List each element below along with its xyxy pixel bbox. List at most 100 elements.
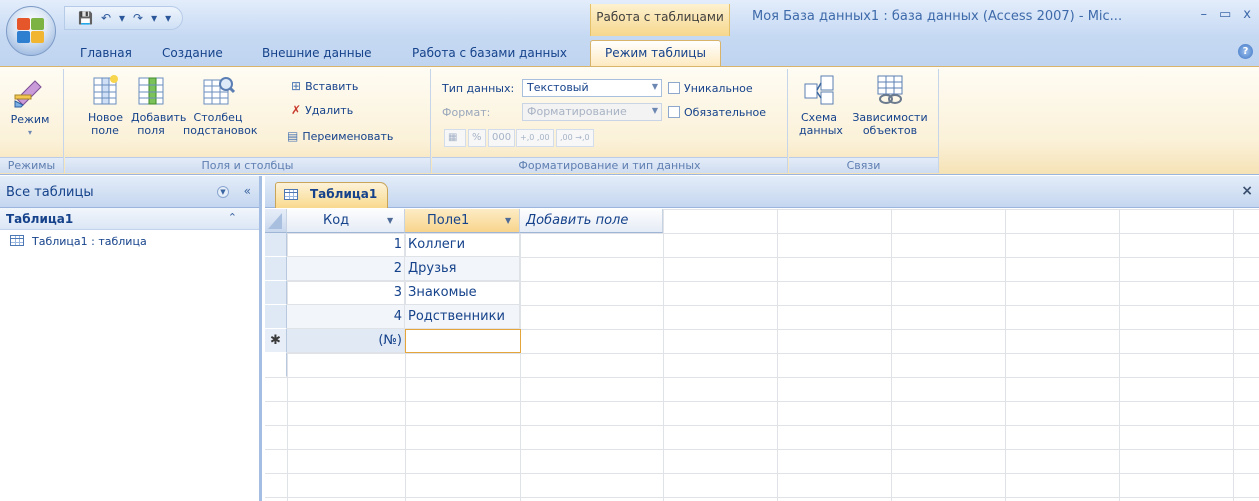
chevron-up-icon[interactable]: ⌃ [228, 211, 237, 224]
restore-icon[interactable]: ▭ [1219, 7, 1231, 22]
active-cell[interactable] [405, 329, 521, 353]
table-icon [284, 189, 298, 200]
datasheet-grid[interactable]: Код ▼ Поле1 ▼ Добавить поле 1 Коллеги 2 … [265, 209, 1259, 501]
redo-icon[interactable]: ↷ [130, 11, 146, 25]
row-selector[interactable] [265, 233, 287, 257]
column-header-label: Добавить поле [526, 213, 629, 228]
checkbox-icon [668, 106, 680, 118]
tab-home[interactable]: Главная [80, 46, 132, 60]
new-field-icon [87, 73, 123, 107]
tab-create[interactable]: Создание [162, 46, 223, 60]
add-existing-fields-button[interactable]: Добавить поля [127, 73, 186, 137]
insert-column-button[interactable]: ⊞ Вставить [291, 77, 358, 95]
grid-line [891, 209, 892, 501]
close-icon[interactable]: x [1243, 7, 1251, 22]
chevron-down-icon: ▼ [651, 106, 658, 115]
close-document-icon[interactable]: × [1241, 183, 1253, 199]
delete-column-button[interactable]: ✗ Удалить [291, 101, 353, 119]
chevron-down-icon[interactable]: ▼ [387, 216, 393, 225]
format-select[interactable]: Форматирование ▼ [522, 103, 662, 121]
cell-field1[interactable]: Родственники [405, 305, 520, 329]
document-tab-bar: Таблица1 × [265, 176, 1259, 208]
document-area: Таблица1 × Код ▼ Поле1 ▼ Добавить поле 1… [265, 176, 1259, 501]
minimize-icon[interactable]: – [1201, 7, 1208, 22]
undo-dropdown-icon[interactable]: ▾ [116, 11, 128, 25]
format-value: Форматирование [527, 105, 627, 118]
window-title: Моя База данных1 : база данных (Access 2… [752, 9, 1123, 24]
row-selector[interactable] [265, 257, 287, 281]
nav-group-header[interactable]: Таблица1 ⌃ [0, 208, 259, 230]
cell-id[interactable]: 2 [287, 257, 405, 281]
column-header-add-field[interactable]: Добавить поле [520, 209, 663, 233]
lookup-column-icon [200, 73, 236, 107]
percent-format-button[interactable]: % [468, 129, 486, 147]
new-record-icon: ✱ [270, 333, 281, 348]
group-fields: Новое поле Добавить поля Столбец подстан… [65, 69, 431, 173]
cell-id-autonumber[interactable]: (№) [287, 329, 405, 353]
redo-dropdown-icon[interactable]: ▾ [148, 11, 160, 25]
tab-database-tools[interactable]: Работа с базами данных [412, 46, 567, 60]
save-icon[interactable]: 💾 [75, 11, 96, 25]
document-tab-table1[interactable]: Таблица1 [275, 182, 389, 208]
relationships-button[interactable]: Схема данных [797, 73, 843, 137]
insert-column-icon: ⊞ [291, 79, 302, 93]
required-label: Обязательное [684, 105, 767, 119]
new-record-selector[interactable]: ✱ [265, 329, 287, 353]
nav-pane-header[interactable]: Все таблицы ▼ « [0, 176, 259, 208]
select-all-icon [268, 213, 282, 229]
cell-field1[interactable]: Друзья [405, 257, 520, 281]
data-type-label: Тип данных: [442, 81, 515, 95]
contextual-tab-label: Работа с таблицами [590, 4, 730, 36]
office-button[interactable] [6, 6, 56, 56]
decrease-decimals-button[interactable]: ,00 →,0 [556, 129, 594, 147]
column-header-id[interactable]: Код ▼ [287, 209, 405, 233]
increase-decimals-button[interactable]: +,0 ,00 [516, 129, 554, 147]
unique-checkbox[interactable]: Уникальное [668, 79, 753, 97]
lookup-column-button[interactable]: Столбец подстановок [183, 73, 258, 137]
row-selector [265, 353, 287, 377]
nav-item-table1[interactable]: Таблица1 : таблица [0, 230, 259, 252]
relationships-icon [801, 73, 837, 107]
view-mode-icon [12, 75, 48, 109]
group-views: Режим ▾ Режимы [0, 69, 64, 173]
table-row: 1 Коллеги [287, 233, 520, 257]
view-mode-button[interactable]: Режим ▾ [6, 75, 54, 139]
currency-format-button[interactable]: ▦ [444, 129, 466, 147]
chevron-down-icon[interactable]: ▼ [217, 186, 229, 198]
data-type-select[interactable]: Текстовый ▼ [522, 79, 662, 97]
currency-icon: ▦ [448, 132, 458, 143]
cell-field1[interactable]: Знакомые [405, 281, 520, 305]
navigation-pane: Все таблицы ▼ « Таблица1 ⌃ Таблица1 : та… [0, 176, 262, 501]
table-row: 4 Родственники [287, 305, 520, 329]
rename-column-icon: ▤ [287, 129, 299, 143]
object-dependencies-icon [872, 73, 908, 107]
object-dependencies-button[interactable]: Зависимости объектов [845, 73, 935, 137]
ribbon-tabs: Главная Создание Внешние данные Работа с… [0, 36, 1259, 66]
tab-datasheet[interactable]: Режим таблицы [590, 40, 721, 66]
cell-field1[interactable]: Коллеги [405, 233, 520, 257]
new-field-button[interactable]: Новое поле [81, 73, 129, 137]
grid-line [1233, 209, 1234, 501]
undo-icon[interactable]: ↶ [98, 11, 114, 25]
nav-item-label: Таблица1 : таблица [32, 235, 147, 248]
help-icon[interactable]: ? [1238, 44, 1253, 59]
column-header-field1[interactable]: Поле1 ▼ [405, 209, 520, 233]
group-label-views: Режимы [0, 157, 63, 173]
column-header-label: Поле1 [427, 213, 470, 228]
cell-id[interactable]: 4 [287, 305, 405, 329]
group-label-fields: Поля и столбцы [65, 157, 430, 173]
thousands-format-button[interactable]: 000 [488, 129, 516, 147]
collapse-pane-icon[interactable]: « [244, 184, 251, 198]
rename-column-label: Переименовать [302, 129, 394, 143]
cell-id[interactable]: 3 [287, 281, 405, 305]
lookup-column-label: Столбец подстановок [183, 111, 258, 137]
row-selector[interactable] [265, 281, 287, 305]
chevron-down-icon[interactable]: ▼ [505, 216, 511, 225]
customize-qat-icon[interactable]: ▾ [162, 11, 174, 25]
tab-external-data[interactable]: Внешние данные [262, 46, 371, 60]
select-all-corner[interactable] [265, 209, 287, 233]
cell-id[interactable]: 1 [287, 233, 405, 257]
required-checkbox[interactable]: Обязательное [668, 103, 766, 121]
row-selector[interactable] [265, 305, 287, 329]
rename-column-button[interactable]: ▤ Переименовать [287, 127, 393, 145]
